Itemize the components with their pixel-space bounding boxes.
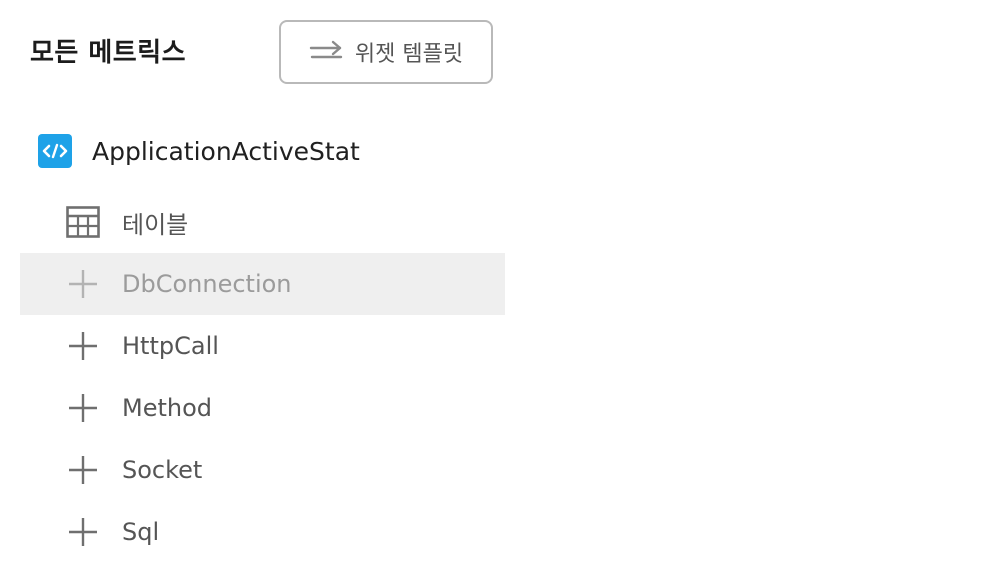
tree-item-sql[interactable]: Sql: [20, 501, 505, 563]
widget-template-button[interactable]: 위젯 템플릿: [279, 20, 493, 84]
page-title: 모든 메트릭스: [30, 38, 187, 68]
tree-item-method[interactable]: Method: [20, 377, 505, 439]
tree-item-label: Sql: [122, 518, 160, 546]
tree-item-dbconnection[interactable]: DbConnection: [20, 253, 505, 315]
plus-icon: [66, 329, 100, 363]
code-icon: [38, 134, 72, 168]
tree-item-label: Method: [122, 394, 213, 422]
tree-item-label: DbConnection: [122, 270, 292, 298]
tree-item-socket[interactable]: Socket: [20, 439, 505, 501]
plus-icon: [66, 391, 100, 425]
tree-item-table[interactable]: 테이블: [20, 191, 505, 253]
swap-arrows-icon: [309, 40, 343, 64]
widget-template-label: 위젯 템플릿: [354, 42, 464, 67]
tree-root-label: ApplicationActiveStat: [92, 136, 360, 166]
plus-icon: [66, 267, 100, 301]
tree-item-label: Socket: [122, 456, 203, 484]
table-icon: [66, 205, 100, 239]
plus-icon: [66, 515, 100, 549]
plus-icon: [66, 453, 100, 487]
tree-root-application-active-stat[interactable]: ApplicationActiveStat: [38, 133, 360, 169]
tree-item-label: 테이블: [122, 210, 189, 239]
header: 모든 메트릭스 위젯 템플릿: [0, 0, 1000, 110]
tree-item-httpcall[interactable]: HttpCall: [20, 315, 505, 377]
tree-item-label: HttpCall: [122, 332, 219, 360]
